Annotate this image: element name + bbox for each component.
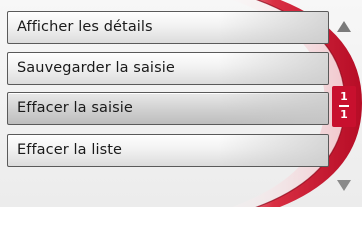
triangle-up-icon	[337, 21, 351, 32]
menu-item-delete-list[interactable]: Effacer la liste	[7, 134, 329, 167]
page-indicator: 1 1	[332, 86, 356, 127]
triangle-down-icon	[337, 180, 351, 191]
menu-item-label: Sauvegarder la saisie	[17, 60, 175, 76]
menu-item-show-details[interactable]: Afficher les détails	[7, 11, 329, 44]
menu-item-label: Effacer la liste	[17, 142, 123, 158]
item-fade	[218, 12, 328, 43]
menu-item-label: Afficher les détails	[17, 19, 153, 35]
scroll-down-button[interactable]	[333, 174, 355, 196]
item-fade	[218, 135, 328, 166]
menu-item-save-entry[interactable]: Sauvegarder la saisie	[7, 52, 329, 85]
menu-item-delete-entry[interactable]: Effacer la saisie	[7, 92, 329, 125]
menu-item-label: Effacer la saisie	[17, 100, 133, 116]
menu-screen: Afficher les détails Sauvegarder la sais…	[0, 0, 362, 207]
page-total: 1	[340, 107, 348, 121]
page-current: 1	[340, 90, 348, 103]
scroll-up-button[interactable]	[333, 16, 355, 38]
item-fade	[218, 93, 328, 124]
item-fade	[218, 53, 328, 84]
